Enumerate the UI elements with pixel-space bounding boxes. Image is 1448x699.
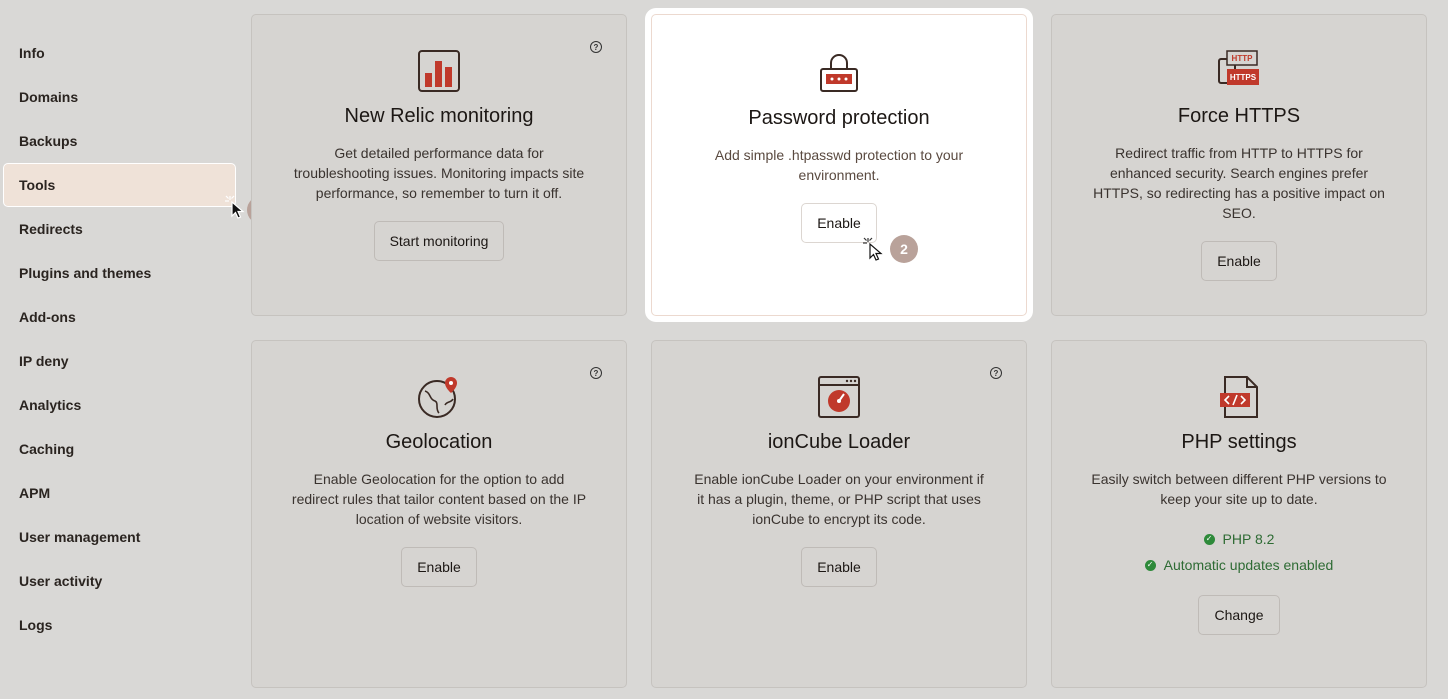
sidebar-item-redirects[interactable]: Redirects xyxy=(4,208,235,250)
card-title: Password protection xyxy=(748,107,930,129)
sidebar-item-user-activity[interactable]: User activity xyxy=(4,560,235,602)
sidebar-item-apm[interactable]: APM xyxy=(4,472,235,514)
help-icon[interactable]: ? xyxy=(590,41,602,53)
card-php-settings: PHP settings Easily switch between diffe… xyxy=(1051,340,1427,688)
sidebar-item-info[interactable]: Info xyxy=(4,32,235,74)
sidebar-item-user-management[interactable]: User management xyxy=(4,516,235,558)
card-title: Geolocation xyxy=(385,431,493,453)
http-label: HTTP xyxy=(1232,54,1254,63)
help-icon[interactable]: ? xyxy=(590,367,602,379)
card-title: New Relic monitoring xyxy=(344,105,534,127)
step-badge-2: 2 xyxy=(890,235,918,263)
globe-pin-icon xyxy=(418,377,457,418)
card-description: Add simple .htpasswd protection to your … xyxy=(714,147,964,183)
php-version-text: PHP 8.2 xyxy=(1222,531,1275,547)
card-description: Enable Geolocation for the option to add… xyxy=(291,471,587,527)
https-icon: HTTP HTTPS xyxy=(1218,50,1259,85)
card-description: Get detailed performance data for troubl… xyxy=(293,145,585,201)
card-ioncube-loader: ? ionCube Loader Enable ionCube Loader o… xyxy=(651,340,1027,688)
cursor-click-icon xyxy=(863,237,883,261)
auto-updates-text: Automatic updates enabled xyxy=(1163,557,1334,573)
card-title: PHP settings xyxy=(1181,431,1297,453)
sidebar-item-tools[interactable]: Tools xyxy=(4,164,235,206)
https-label: HTTPS xyxy=(1230,73,1257,82)
check-circle-icon: ✓ xyxy=(1144,559,1156,571)
click-marker-2 xyxy=(862,236,888,267)
start-monitoring-button[interactable]: Start monitoring xyxy=(373,221,505,261)
enable-force-https-button[interactable]: Enable xyxy=(1201,241,1277,281)
sidebar-item-domains[interactable]: Domains xyxy=(4,76,235,118)
card-title: ionCube Loader xyxy=(767,431,911,453)
auto-updates-status: ✓ Automatic updates enabled xyxy=(1144,557,1334,573)
browser-gauge-icon xyxy=(818,376,860,418)
card-description: Easily switch between different PHP vers… xyxy=(1091,471,1387,507)
card-force-https: HTTP HTTPS Force HTTPS Redirect traffic … xyxy=(1051,14,1427,316)
check-circle-icon: ✓ xyxy=(1203,533,1215,545)
card-description: Redirect traffic from HTTP to HTTPS for … xyxy=(1093,145,1385,221)
sidebar-item-backups[interactable]: Backups xyxy=(4,120,235,162)
sidebar-item-add-ons[interactable]: Add-ons xyxy=(4,296,235,338)
change-php-button[interactable]: Change xyxy=(1198,595,1280,635)
sidebar-item-analytics[interactable]: Analytics xyxy=(4,384,235,426)
enable-geolocation-button[interactable]: Enable xyxy=(401,547,477,587)
sidebar-item-caching[interactable]: Caching xyxy=(4,428,235,470)
cursor-click-icon xyxy=(225,195,245,219)
card-password-protection: Password protection Add simple .htpasswd… xyxy=(651,14,1027,316)
card-new-relic: ? New Relic monitoring Get detailed perf… xyxy=(251,14,627,316)
bar-chart-icon xyxy=(418,50,460,92)
sidebar-item-ip-deny[interactable]: IP deny xyxy=(4,340,235,382)
code-file-icon xyxy=(1220,376,1258,418)
card-title: Force HTTPS xyxy=(1177,105,1301,127)
php-version-status: ✓ PHP 8.2 xyxy=(1203,531,1275,547)
enable-ioncube-button[interactable]: Enable xyxy=(801,547,877,587)
card-description: Enable ionCube Loader on your environmen… xyxy=(694,471,984,527)
sidebar-item-logs[interactable]: Logs xyxy=(4,604,235,646)
lock-icon xyxy=(820,54,858,92)
sidebar-item-plugins-and-themes[interactable]: Plugins and themes xyxy=(4,252,235,294)
card-geolocation: ? Geolocation Enable Geolocation for the… xyxy=(251,340,627,688)
help-icon[interactable]: ? xyxy=(990,367,1002,379)
